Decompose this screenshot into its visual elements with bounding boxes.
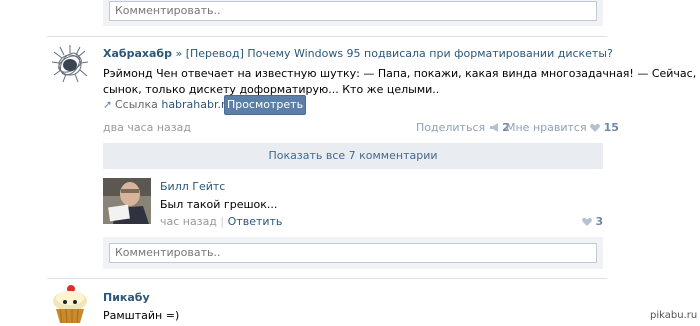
top-comment-input[interactable]: Комментировать.. [109, 1, 597, 21]
heart-icon [590, 123, 600, 132]
comment-avatar[interactable] [103, 178, 151, 224]
post-text-line1: Рэймонд Чен отвечает на известную шутку:… [103, 67, 697, 80]
like-count: 15 [603, 121, 619, 134]
post-divider [47, 36, 607, 37]
like-label: Мне нравится [506, 121, 587, 134]
post-divider [47, 278, 607, 279]
post-time[interactable]: два часа назад [103, 121, 191, 134]
show-all-comments-button[interactable]: Показать все 7 комментарии [103, 143, 603, 169]
reply-link[interactable]: Ответить [228, 215, 283, 228]
share-label: Поделиться [416, 121, 486, 134]
comment-text: Был такой грешок... [160, 198, 278, 211]
post-header: Хабрахабр » [Перевод] Почему Windows 95 … [103, 47, 623, 60]
post-text-line2: сынок, только дискету доформатирую... Кт… [103, 83, 440, 96]
post-author-link[interactable]: Хабрахабр [103, 47, 172, 60]
megaphone-icon [489, 123, 498, 132]
like-action[interactable]: Мне нравится 15 [506, 121, 619, 134]
comment-author-link[interactable]: Билл Гейтс [160, 180, 225, 193]
link-label: Ссылка [115, 98, 158, 111]
pikabu-avatar[interactable] [48, 284, 92, 324]
next-post-text: Рамштайн =) [103, 309, 180, 322]
link-arrow-icon: ➚ [103, 98, 113, 111]
habr-logo-icon [51, 45, 89, 83]
comment-time[interactable]: час назад [160, 215, 217, 228]
post-text: Рэймонд Чен отвечает на известную шутку:… [103, 66, 697, 98]
share-action[interactable]: Поделиться 2 [416, 121, 510, 134]
watermark: pikabu.ru [650, 310, 698, 321]
comment-meta-separator: | [220, 215, 225, 228]
link-attachment: ➚ Ссылка habrahabr.ru [103, 98, 233, 114]
cupcake-logo-icon [53, 285, 87, 324]
post-title-link[interactable]: » [Перевод] Почему Windows 95 подвисала … [175, 47, 612, 60]
heart-icon [582, 217, 592, 226]
comment-like[interactable]: 3 [582, 215, 603, 228]
link-domain[interactable]: habrahabr.ru [161, 98, 232, 111]
comment-input[interactable]: Комментировать.. [109, 243, 597, 263]
comment-like-count: 3 [595, 215, 604, 228]
next-post-author-link[interactable]: Пикабу [103, 291, 150, 304]
bill-gates-photo-icon [103, 178, 151, 224]
comment-meta: час назад | Ответить [160, 215, 282, 228]
habr-avatar[interactable] [48, 42, 92, 86]
view-link-button[interactable]: Просмотреть [224, 95, 306, 115]
